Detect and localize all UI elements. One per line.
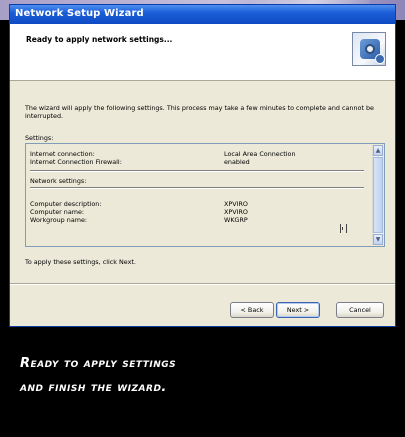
settings-divider [30,170,364,172]
settings-content: Internet connection: Local Area Connecti… [30,147,370,243]
window-title: Network Setup Wizard [15,8,144,19]
setting-value: WKGRP [224,216,248,224]
back-button[interactable]: < Back [230,302,274,318]
scroll-down-arrow-icon[interactable]: ▼ [373,234,383,245]
setting-label: Internet connection: [30,150,95,158]
setting-label: Computer description: [30,200,102,208]
setting-value: XPVIRO [224,200,248,208]
caption-line-1: Ready to apply settings [20,356,177,371]
page-heading: Ready to apply network settings... [26,35,173,44]
setting-label: Computer name: [30,208,85,216]
setting-value: Local Area Connection [224,150,296,158]
instruction-text: To apply these settings, click Next. [25,258,136,266]
caption: Ready to apply settings and finish the w… [20,352,390,400]
settings-divider [30,187,364,189]
caption-line-2: and finish the wizard. [20,380,167,395]
setting-label: Internet Connection Firewall: [30,158,122,166]
settings-label: Settings: [25,134,54,142]
wizard-window: Network Setup Wizard Ready to apply netw… [9,4,396,327]
status-dot-icon [375,54,385,64]
description-text: The wizard will apply the following sett… [25,104,374,120]
scroll-up-arrow-icon[interactable]: ▲ [373,145,383,156]
setting-label: Workgroup name: [30,216,88,224]
next-button[interactable]: Next > [276,302,320,318]
setting-value: enabled [224,158,250,166]
setting-label: Network settings: [30,177,87,185]
title-bar[interactable]: Network Setup Wizard [10,5,395,24]
settings-scrollbar[interactable]: ▲ ▼ [372,145,383,245]
button-separator [10,283,395,285]
scrollbar-thumb[interactable] [373,157,383,233]
gear-icon [365,44,375,54]
network-wizard-icon [352,32,386,66]
settings-list[interactable]: Internet connection: Local Area Connecti… [25,143,385,247]
text-cursor-icon [340,224,347,233]
cancel-button[interactable]: Cancel [336,302,384,318]
setting-value: XPVIRO [224,208,248,216]
header-panel: Ready to apply network settings... [10,24,395,81]
